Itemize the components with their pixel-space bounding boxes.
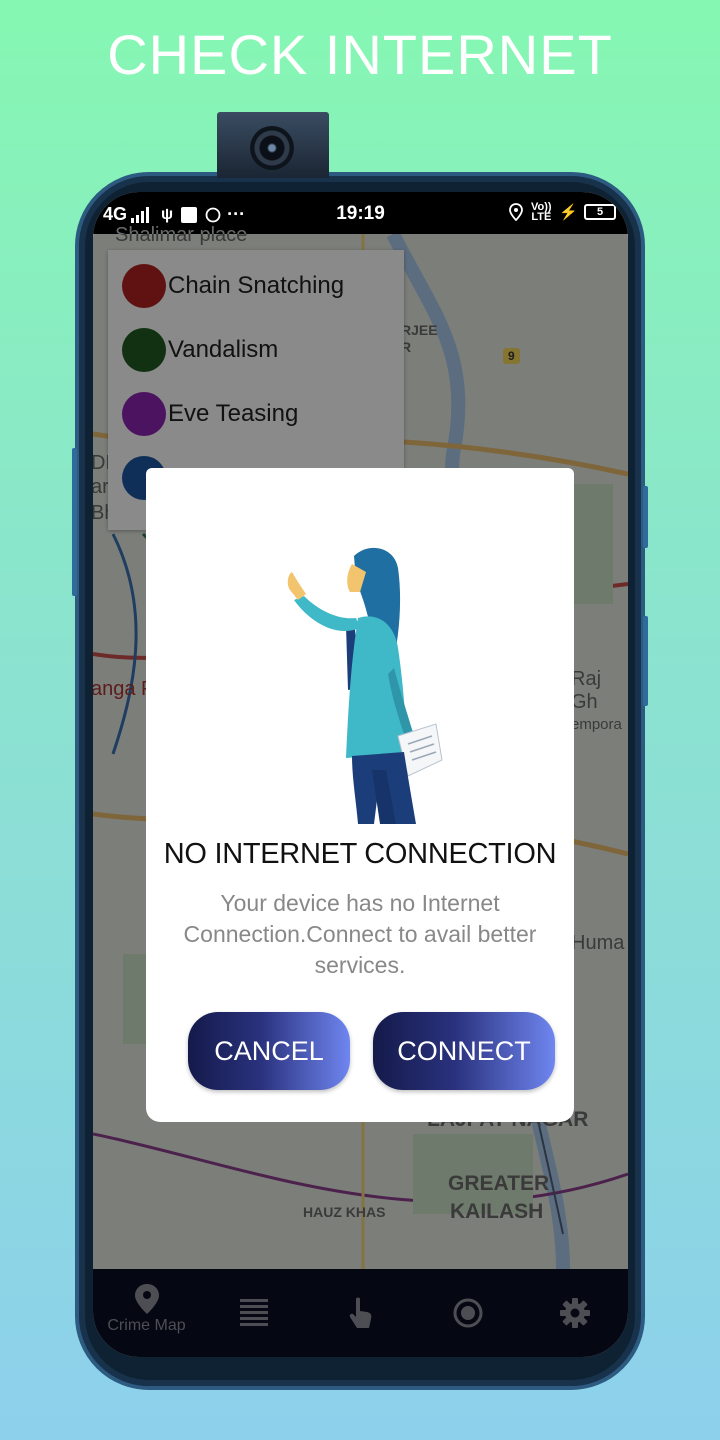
location-icon xyxy=(509,203,524,221)
connect-button[interactable]: CONNECT xyxy=(373,1012,555,1090)
camera-lens-icon xyxy=(250,126,294,170)
charging-icon: ⚡ xyxy=(559,204,578,221)
dialog-title: NO INTERNET CONNECTION xyxy=(163,838,557,870)
cancel-button[interactable]: CANCEL xyxy=(188,1012,350,1090)
battery-icon: 5 xyxy=(584,204,616,220)
phone-side-button xyxy=(72,448,77,596)
volte-label: Vo)) LTE xyxy=(531,201,552,223)
phone-side-button xyxy=(643,486,648,548)
page-headline: CHECK INTERNET xyxy=(107,23,613,86)
popup-camera xyxy=(217,112,329,178)
dialog-message: Your device has no Internet Connection.C… xyxy=(183,890,537,978)
no-internet-dialog: NO INTERNET CONNECTION Your device has n… xyxy=(146,468,574,1122)
phone-side-button xyxy=(643,616,648,706)
woman-pointing-illustration xyxy=(287,547,443,824)
nav-backdrop xyxy=(93,1269,628,1357)
